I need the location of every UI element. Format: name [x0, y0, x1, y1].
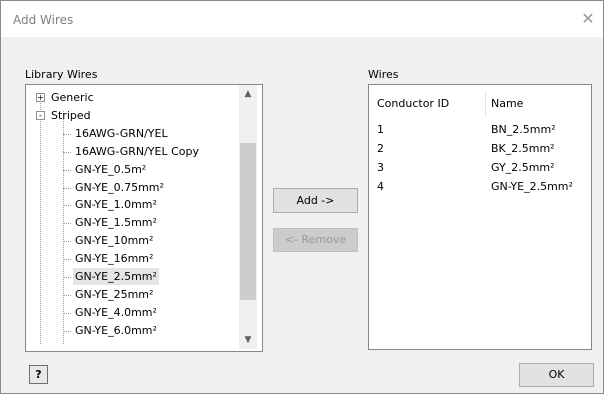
tree-item[interactable]: + Generic	[26, 89, 256, 106]
tree-item-label: GN-YE_16mm²	[75, 252, 154, 266]
library-scrollbar[interactable]: ▲ ▼	[239, 85, 257, 349]
tree-item-label: 16AWG-GRN/YEL	[75, 126, 168, 140]
tree-connector	[63, 294, 71, 296]
tree-item-label: Striped	[51, 108, 91, 122]
remove-button[interactable]: <- Remove	[273, 228, 358, 252]
wire-name[interactable]: BK_2.5mm²	[491, 140, 555, 157]
column-separator	[485, 91, 486, 117]
tree-item-label: GN-YE_2.5mm²	[73, 268, 159, 285]
expand-icon[interactable]: +	[36, 93, 45, 102]
tree-item[interactable]: GN-YE_10mm²	[26, 232, 256, 249]
tree-item[interactable]: GN-YE_0.75mm²	[26, 179, 256, 196]
title-bar: Add Wires ✕	[1, 1, 603, 37]
collapse-icon[interactable]: -	[36, 110, 45, 120]
tree-item[interactable]: 16AWG-GRN/YEL Copy	[26, 143, 256, 160]
tree-item-label: GN-YE_1.0mm²	[75, 198, 157, 212]
tree-connector	[63, 223, 71, 225]
add-wires-dialog: Add Wires ✕ Library Wires + Generic - Strip…	[0, 0, 604, 394]
column-header-name[interactable]: Name	[491, 89, 523, 119]
tree-item[interactable]: GN-YE_1.5mm²	[26, 214, 256, 231]
scroll-up-icon[interactable]: ▲	[239, 85, 257, 103]
wire-name[interactable]: GY_2.5mm²	[491, 159, 555, 176]
wire-name[interactable]: GN-YE_2.5mm²	[491, 178, 573, 195]
tree-item[interactable]: GN-YE_4.0mm²	[26, 304, 256, 321]
scroll-down-icon[interactable]: ▼	[239, 331, 257, 349]
tree-connector	[63, 205, 71, 207]
tree-connector	[63, 259, 71, 261]
tree-item[interactable]: GN-YE_2.5mm²	[26, 268, 256, 285]
tree-item-label: GN-YE_0.5m²	[75, 162, 147, 176]
help-icon[interactable]: ?	[29, 365, 48, 384]
tree-item-label: GN-YE_10mm²	[75, 234, 154, 248]
tree-connector	[63, 133, 71, 135]
wires-label: Wires	[368, 68, 399, 81]
tree-item-label: 16AWG-GRN/YEL Copy	[75, 144, 199, 158]
wires-list[interactable]: Conductor ID Name 1 BN_2.5mm² 2 BK_2.5mm² 3 G…	[368, 84, 592, 350]
tree-item-label: GN-YE_1.5mm²	[75, 216, 157, 230]
tree-item-label: GN-YE_0.75mm²	[75, 180, 164, 194]
tree-item-label: GN-YE_4.0mm²	[75, 305, 157, 319]
tree-item-label: GN-YE_25mm²	[75, 287, 154, 301]
dialog-title: Add Wires	[13, 13, 74, 27]
tree-connector	[63, 241, 71, 243]
tree-connector	[63, 312, 71, 314]
library-wires-label: Library Wires	[25, 68, 98, 81]
tree-item[interactable]: GN-YE_1.0mm²	[26, 196, 256, 213]
tree-item[interactable]: GN-YE_0.5m²	[26, 161, 256, 178]
tree-item-label: GN-YE_6.0mm²	[75, 323, 157, 337]
library-tree[interactable]: + Generic - Striped 16AWG-GRN/YEL 16AWG-GRN/Y…	[25, 84, 263, 352]
ok-button[interactable]: OK	[519, 363, 594, 387]
tree-connector	[63, 169, 71, 171]
tree-item[interactable]: - Striped	[26, 107, 256, 124]
tree-item[interactable]: GN-YE_6.0mm²	[26, 322, 256, 339]
tree-connector	[63, 277, 71, 278]
tree-connector	[63, 187, 71, 189]
tree-item[interactable]: 16AWG-GRN/YEL	[26, 125, 256, 142]
wire-conductor-id[interactable]: 3	[377, 159, 384, 176]
tree-connector	[63, 330, 71, 332]
close-icon[interactable]: ✕	[577, 8, 599, 30]
wire-conductor-id[interactable]: 1	[377, 121, 384, 138]
tree-connector	[63, 151, 71, 153]
wire-conductor-id[interactable]: 4	[377, 178, 384, 195]
scroll-thumb[interactable]	[240, 143, 256, 300]
wire-conductor-id[interactable]: 2	[377, 140, 384, 157]
tree-item[interactable]: GN-YE_16mm²	[26, 250, 256, 267]
wire-name[interactable]: BN_2.5mm²	[491, 121, 556, 138]
column-header-conductor-id[interactable]: Conductor ID	[377, 89, 449, 119]
tree-item-label: Generic	[51, 91, 94, 104]
add-button[interactable]: Add ->	[273, 188, 358, 213]
tree-item[interactable]: GN-YE_25mm²	[26, 286, 256, 303]
